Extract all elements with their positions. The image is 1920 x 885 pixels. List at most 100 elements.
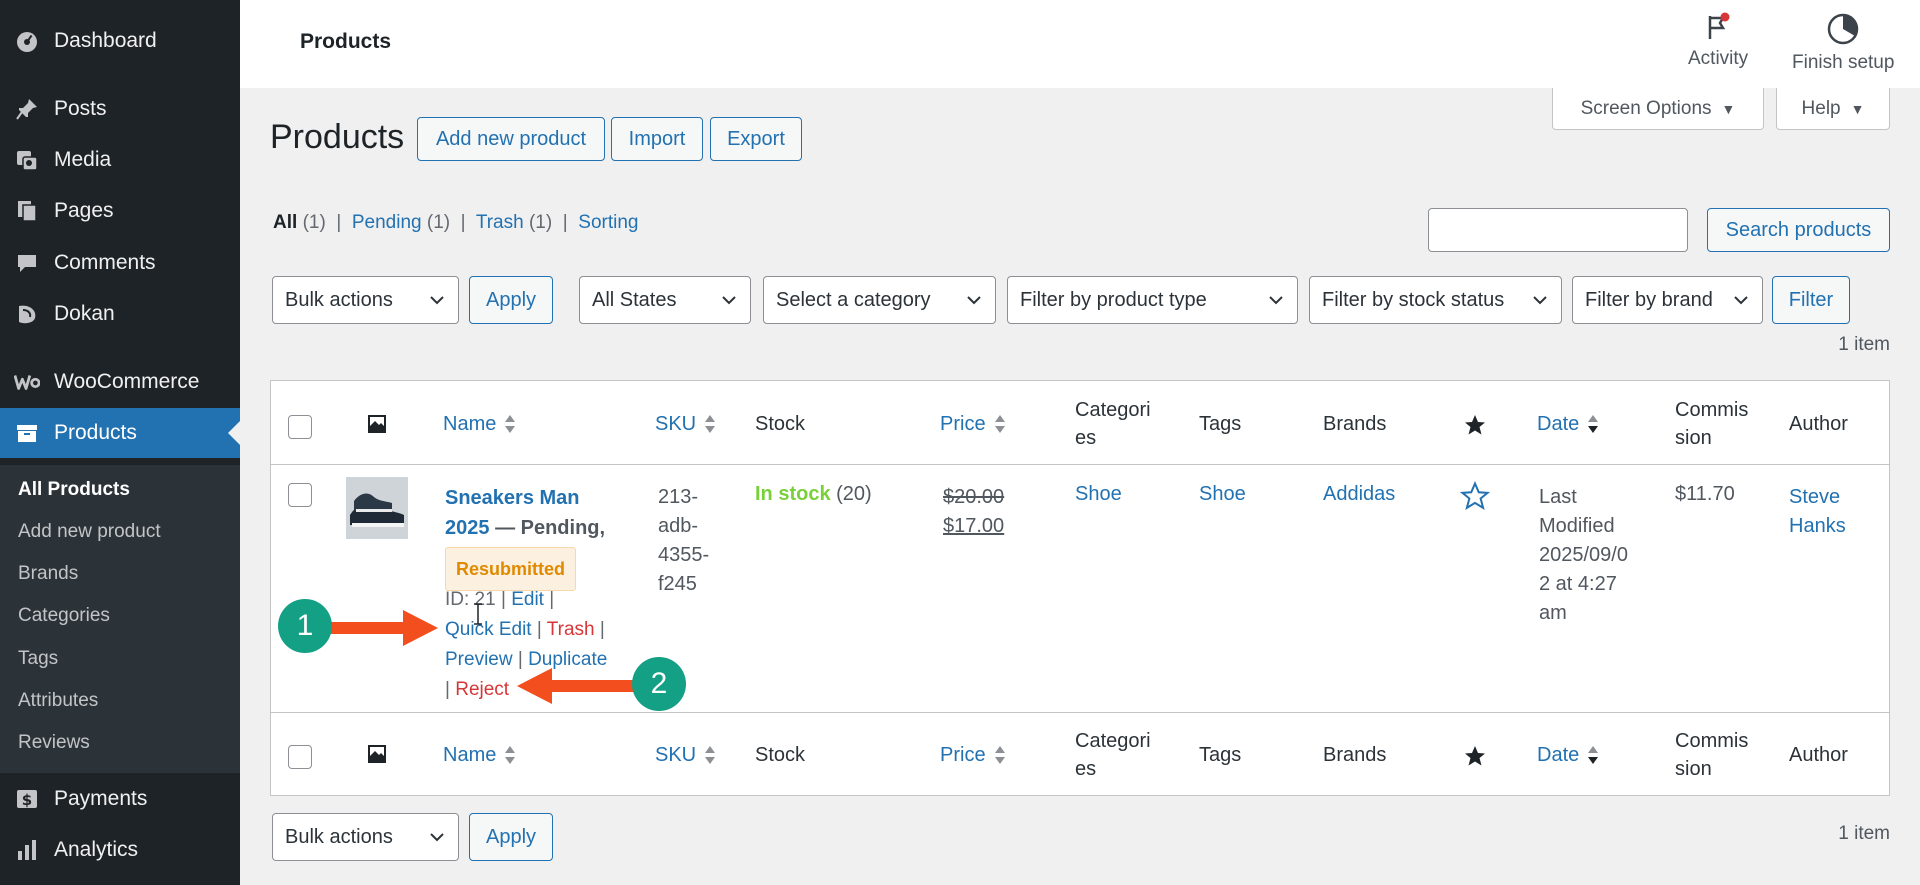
chevron-down-icon [430,296,444,305]
product-id: ID: 21 [445,589,496,610]
submenu-all-products[interactable]: All Products [18,479,130,501]
column-commission-line-1: Commis [1675,730,1749,752]
footer-column-author: Author [1789,744,1848,766]
sidebar-item-media[interactable]: Media [0,135,240,185]
select-all-checkbox-footer[interactable] [288,745,312,769]
activity-button[interactable]: Activity [1688,12,1748,70]
apply-button[interactable]: Apply [469,276,553,324]
sidebar-item-analytics[interactable]: Analytics [0,825,240,875]
sidebar-item-comments[interactable]: Comments [0,238,240,288]
column-sku[interactable]: SKU [655,410,716,438]
submenu-reviews[interactable]: Reviews [18,732,90,754]
footer-column-name[interactable]: Name [443,741,516,769]
search-products-button[interactable]: Search products [1707,208,1890,252]
bulk-actions-select-bottom[interactable]: Bulk actions [272,813,459,861]
product-thumbnail[interactable] [346,477,408,539]
apply-button-bottom[interactable]: Apply [469,813,553,861]
annotation-arrow-right [325,610,438,646]
select-value: Filter by stock status [1322,288,1505,311]
sidebar-item-payments[interactable]: $ Payments [0,774,240,824]
sort-icon [505,415,516,433]
post-status: — Pending, [495,517,606,539]
sort-desc-icon [1588,746,1599,764]
sidebar-item-label: Dokan [54,302,115,325]
author-link-line-2[interactable]: Hanks [1789,512,1846,541]
column-price[interactable]: Price [940,410,1006,438]
export-button[interactable]: Export [710,117,802,161]
sidebar-item-dokan[interactable]: Dokan [0,289,240,339]
view-sorting[interactable]: Sorting [578,212,638,233]
brand-link[interactable]: Addidas [1323,483,1395,506]
import-button[interactable]: Import [611,117,703,161]
help-button[interactable]: Help ▼ [1776,88,1890,130]
sidebar-item-pages[interactable]: Pages [0,186,240,236]
brand-select[interactable]: Filter by brand [1572,276,1763,324]
activity-label: Activity [1688,48,1749,69]
footer-column-categories: Categori es [1075,727,1151,783]
states-select[interactable]: All States [579,276,751,324]
product-name-cell: Sneakers Man 2025 — Pending, Resubmitted [445,483,635,591]
svg-text:$: $ [22,791,32,809]
sort-desc-icon [1588,415,1599,433]
stock-status-select[interactable]: Filter by stock status [1309,276,1562,324]
search-input[interactable] [1428,208,1688,252]
edit-link[interactable]: Edit [511,589,544,610]
filter-button[interactable]: Filter [1772,276,1850,324]
footer-column-brands: Brands [1323,744,1387,766]
footer-column-price[interactable]: Price [940,741,1006,769]
row-checkbox[interactable] [288,483,312,507]
sidebar-item-products[interactable]: Products [0,408,240,458]
footer-column-sku[interactable]: SKU [655,741,716,769]
view-trash[interactable]: Trash [476,212,524,233]
sku-line: adb- [658,515,699,537]
star-outline-icon[interactable] [1460,481,1490,511]
trash-link[interactable]: Trash [547,619,595,640]
category-select[interactable]: Select a category [763,276,996,324]
footer-column-date[interactable]: Date [1537,741,1599,769]
finish-setup-button[interactable]: Finish setup [1792,12,1894,74]
submenu-categories[interactable]: Categories [18,605,110,627]
sidebar-item-label: Media [54,148,112,171]
select-all-checkbox[interactable] [288,415,312,439]
top-header-bar: Products Activity Finish setup [240,0,1920,88]
chevron-down-icon [1734,296,1748,305]
archive-icon [14,420,40,446]
status-views: All (1) | Pending (1) | Trash (1) | Sort… [273,212,639,233]
submenu-attributes[interactable]: Attributes [18,690,98,712]
author-link[interactable]: Steve [1789,483,1846,512]
add-new-product-button[interactable]: Add new product [417,117,605,161]
product-name-link-line-2[interactable]: 2025 [445,517,490,539]
sidebar-item-woocommerce[interactable]: WooCommerce [0,357,240,407]
column-categories-line-1: Categori [1075,730,1151,752]
submenu-tags[interactable]: Tags [18,648,58,670]
date-line: Last [1539,486,1577,508]
sku-line: 213- [658,486,699,508]
sidebar-item-posts[interactable]: Posts [0,84,240,134]
pages-icon [14,198,40,224]
reject-link[interactable]: Reject [455,679,509,700]
submenu-add-new-product[interactable]: Add new product [18,521,161,543]
preview-link[interactable]: Preview [445,649,513,670]
sidebar-item-label: Products [54,421,137,444]
view-all[interactable]: All [273,212,297,233]
column-price-label: Price [940,413,986,435]
screen-options-button[interactable]: Screen Options ▼ [1552,88,1764,130]
column-date[interactable]: Date [1537,410,1599,438]
quick-edit-link[interactable]: Quick Edit [445,619,532,640]
column-name[interactable]: Name [443,410,516,438]
sort-icon [994,746,1005,764]
view-pending[interactable]: Pending [352,212,422,233]
submenu-brands[interactable]: Brands [18,563,78,585]
products-table: Name SKU Stock Price Categori es Tags Br… [270,380,1890,796]
tag-link[interactable]: Shoe [1199,483,1246,506]
product-type-select[interactable]: Filter by product type [1007,276,1298,324]
bulk-actions-select[interactable]: Bulk actions [272,276,459,324]
sidebar-item-label: Pages [54,199,114,222]
sidebar-item-label: Posts [54,97,107,120]
items-count-bottom: 1 item [1838,823,1890,844]
triangle-down-icon: ▼ [1850,100,1865,117]
sidebar-item-dashboard[interactable]: Dashboard [0,16,240,66]
product-name-link[interactable]: Sneakers Man [445,487,580,509]
category-link[interactable]: Shoe [1075,483,1122,506]
chevron-down-icon [722,296,736,305]
